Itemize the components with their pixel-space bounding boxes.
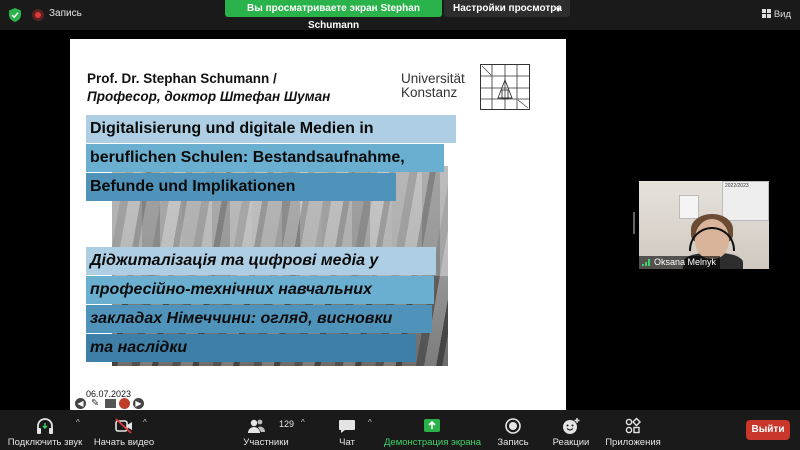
chat-label: Чат [339, 437, 355, 448]
participants-icon [248, 419, 266, 433]
reactions-button[interactable]: Реакции [550, 410, 592, 450]
participants-label: Участники [243, 437, 289, 448]
view-options-button[interactable]: Настройки просмотра ▼ [444, 0, 570, 17]
top-bar: Запись Вы просматриваете экран Stephan S… [0, 0, 800, 31]
slides-overview-icon[interactable] [105, 399, 116, 408]
wall-paper [679, 195, 699, 219]
leave-meeting-button[interactable]: Выйти [746, 420, 790, 440]
recording-label: Запись [49, 8, 82, 19]
presentation-slide: Prof. Dr. Stephan Schumann / Професор, д… [70, 39, 566, 411]
view-options-label: Настройки просмотра [453, 3, 562, 14]
participants-options-icon[interactable]: ^ [301, 418, 305, 427]
chat-button[interactable]: ^ Чат [333, 410, 372, 450]
shared-screen[interactable]: Prof. Dr. Stephan Schumann / Професор, д… [20, 39, 617, 411]
audio-options-icon[interactable]: ^ [76, 418, 80, 427]
next-slide-icon[interactable]: ▶ [133, 398, 144, 409]
participant-name-label: Oksana Melnyk [639, 256, 721, 269]
recording-icon [32, 9, 44, 21]
title-ua-line-1: Діджиталізація та цифрові медіа у [86, 247, 436, 275]
university-line-1: Universität [401, 71, 465, 86]
presenter-name-translation: Професор, доктор Штефан Шуман [87, 89, 331, 104]
join-audio-button[interactable]: ^ Подключить звук [6, 410, 84, 450]
meeting-toolbar: ^ Подключить звук ^ Начать видео 129 ^ У… [0, 410, 800, 450]
chat-options-icon[interactable]: ^ [368, 418, 372, 427]
chevron-down-icon: ▼ [554, 5, 562, 14]
share-banner: Вы просматриваете экран Stephan Schumann [225, 0, 442, 31]
view-button-label: Вид [773, 9, 791, 20]
title-de-line-1: Digitalisierung und digitale Medien in [86, 115, 456, 143]
participants-button[interactable]: 129 ^ Участники [240, 410, 304, 450]
share-screen-icon [424, 419, 440, 432]
apps-button[interactable]: Приложения [604, 410, 662, 450]
participants-count: 129 [279, 419, 295, 429]
university-name: Universität Konstanz [401, 72, 465, 100]
resize-handle[interactable] [633, 212, 635, 234]
title-de-line-2: beruflichen Schulen: Bestandsaufnahme, [86, 144, 444, 172]
apps-icon [625, 417, 642, 434]
record-label: Запись [497, 437, 529, 448]
title-de-line-3: Befunde und Implikationen [86, 173, 396, 201]
video-off-icon [115, 418, 132, 434]
university-logo-icon [480, 64, 530, 110]
record-button[interactable]: Запись [494, 410, 532, 450]
university-line-2: Konstanz [401, 85, 458, 100]
share-screen-label: Демонстрация экрана [384, 437, 482, 448]
chat-icon [339, 420, 355, 433]
emoji-icon [563, 418, 580, 434]
join-audio-label: Подключить звук [7, 437, 83, 448]
participant-video-tile[interactable]: 2022/2023 Oksana Melnyk [639, 181, 769, 269]
presenter-name: Prof. Dr. Stephan Schumann / [87, 71, 277, 86]
video-options-icon[interactable]: ^ [143, 418, 147, 427]
record-icon [505, 418, 521, 434]
shield-icon[interactable] [9, 8, 21, 22]
start-video-label: Начать видео [93, 437, 155, 448]
title-ua-line-3: закладах Німеччини: огляд, висновки [86, 305, 432, 333]
apps-label: Приложения [605, 437, 661, 448]
zoom-icon[interactable] [119, 398, 130, 409]
grid-icon [761, 9, 771, 18]
title-ua-line-4: та наслідки [86, 334, 416, 362]
participant-name: Oksana Melnyk [654, 257, 717, 267]
pen-icon[interactable]: ✎ [91, 398, 99, 409]
signal-strength-icon [642, 258, 651, 266]
reactions-label: Реакции [552, 437, 590, 448]
wall-calendar-text: 2022/2023 [725, 183, 749, 189]
start-video-button[interactable]: ^ Начать видео [91, 410, 157, 450]
share-screen-button[interactable]: Демонстрация экрана [384, 410, 482, 450]
previous-slide-icon[interactable]: ◀ [75, 398, 86, 409]
view-button[interactable]: Вид [761, 9, 791, 20]
headphones-icon [37, 418, 53, 434]
title-ua-line-2: професійно-технічних навчальних [86, 276, 434, 304]
